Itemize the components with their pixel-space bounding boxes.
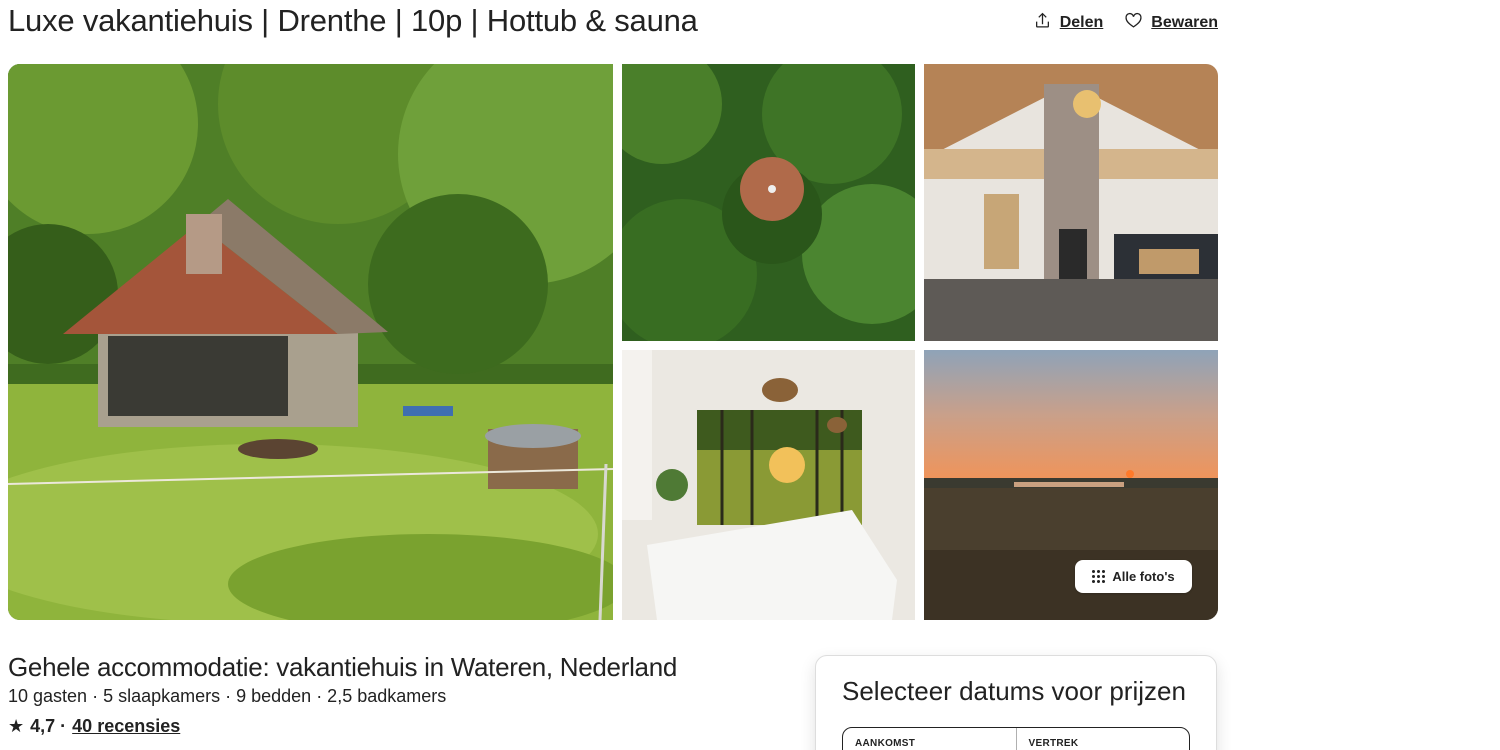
checkin-field[interactable]: AANKOMST [843, 728, 1016, 750]
listing-subtitle: Gehele accommodatie: vakantiehuis in Wat… [8, 652, 678, 682]
photo-bedroom[interactable] [622, 350, 915, 620]
grid-dots-icon [1092, 570, 1106, 583]
listing-header: Luxe vakantiehuis | Drenthe | 10p | Hott… [8, 0, 1218, 48]
save-label: Bewaren [1151, 14, 1218, 31]
photo-living-room[interactable] [924, 64, 1218, 341]
show-all-photos-button[interactable]: Alle foto's [1075, 560, 1192, 593]
date-selector: AANKOMST VERTREK [842, 727, 1190, 750]
share-button[interactable]: Delen [1034, 12, 1104, 34]
checkout-field[interactable]: VERTREK [1015, 728, 1190, 750]
rating-value: 4,7 · [30, 716, 67, 736]
share-icon [1034, 12, 1051, 34]
listing-details: 10 gasten · 5 slaapkamers · 9 bedden · 2… [8, 686, 447, 706]
photo-exterior-garden[interactable] [8, 64, 613, 620]
listing-title: Luxe vakantiehuis | Drenthe | 10p | Hott… [8, 3, 698, 38]
share-label: Delen [1059, 14, 1104, 31]
reviews-link[interactable]: 40 recensies [72, 716, 180, 737]
photo-aerial-view[interactable] [622, 64, 915, 341]
rating-summary: ★ 4,7 · 40 recensies [8, 716, 180, 737]
show-all-photos-label: Alle foto's [1112, 569, 1175, 584]
star-icon: ★ [8, 716, 25, 736]
booking-card: Selecteer datums voor prijzen AANKOMST V… [815, 655, 1217, 750]
heart-icon [1125, 12, 1142, 34]
save-button[interactable]: Bewaren [1125, 12, 1218, 34]
header-actions: Delen Bewaren [1034, 12, 1218, 34]
photo-gallery [8, 64, 1218, 620]
booking-title: Selecteer datums voor prijzen [842, 676, 1186, 706]
